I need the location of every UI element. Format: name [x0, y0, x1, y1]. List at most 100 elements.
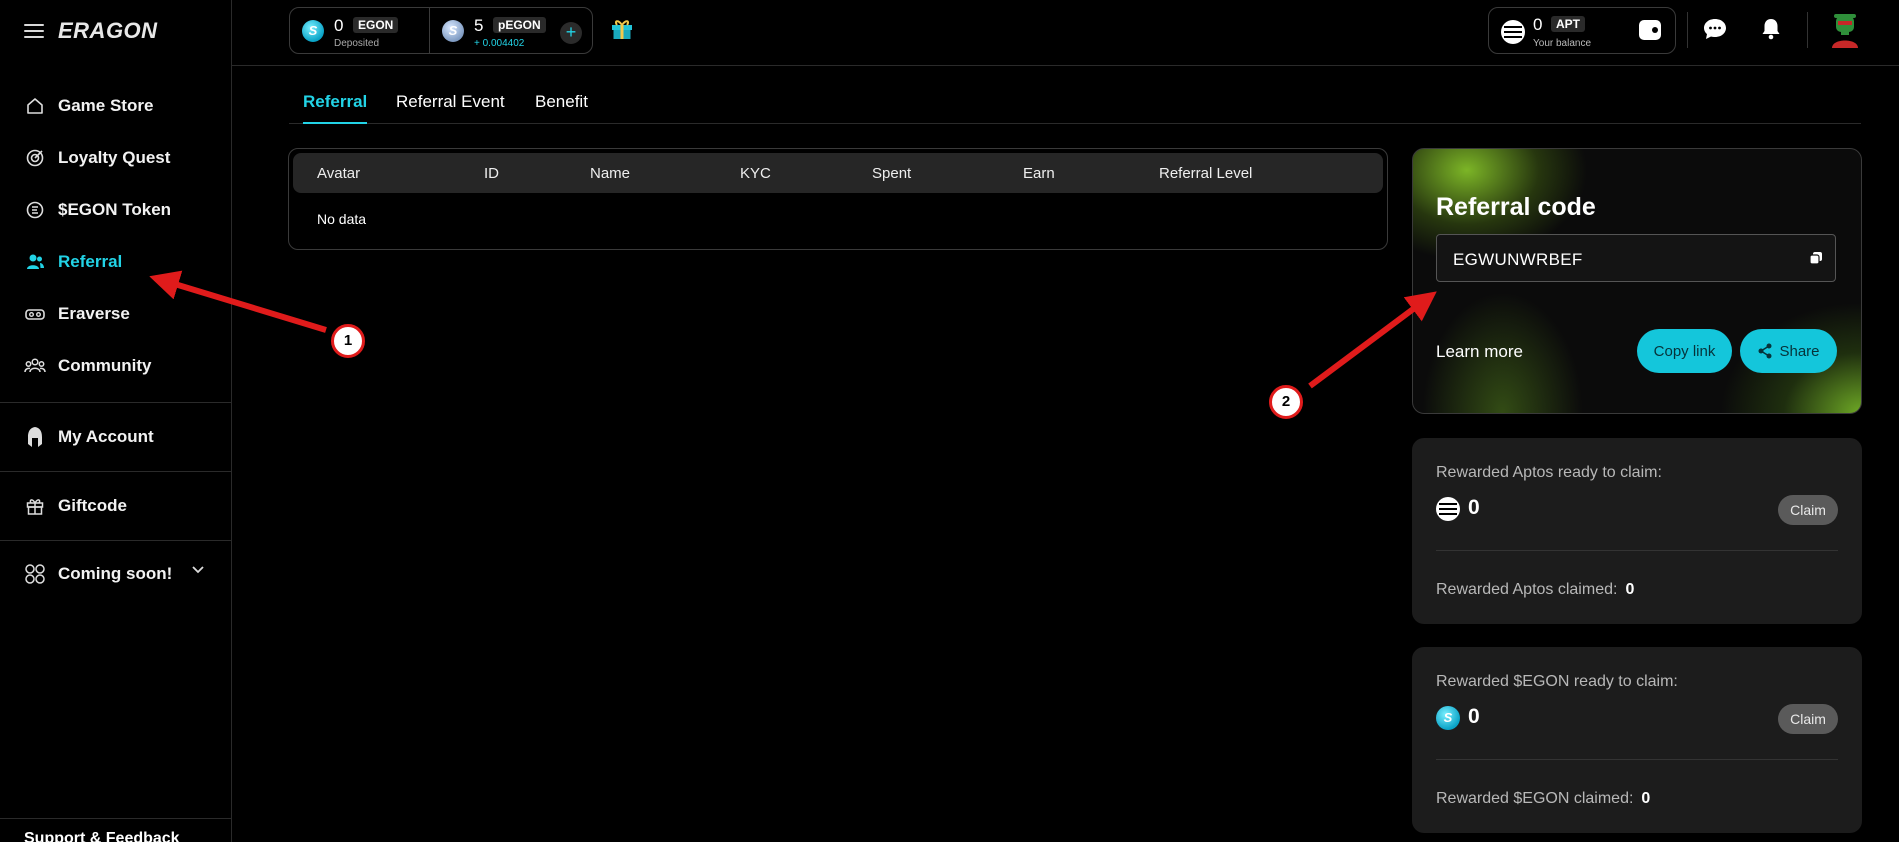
- referral-tabs: Referral Referral Event Benefit: [289, 90, 1861, 124]
- copy-icon[interactable]: [1809, 251, 1823, 265]
- aptos-claimed: Rewarded Aptos claimed: 0: [1436, 581, 1634, 599]
- tab-benefit[interactable]: Benefit: [535, 92, 588, 122]
- referral-table: Avatar ID Name KYC Spent Earn Referral L…: [288, 148, 1388, 250]
- annotation-marker-1: 1: [331, 324, 365, 358]
- sidebar-item-egon-token[interactable]: $EGON Token: [0, 184, 232, 236]
- user-avatar[interactable]: [1828, 12, 1862, 48]
- topbar: 0 EGON Deposited 5 pEGON + 0.004402 + 0 …: [232, 0, 1899, 66]
- aptos-coin-icon: [1501, 20, 1525, 44]
- app-logo[interactable]: ERAGON: [58, 18, 158, 44]
- pegon-sub: + 0.004402: [474, 38, 525, 49]
- learn-more-link[interactable]: Learn more: [1436, 342, 1523, 362]
- card-divider: [1436, 550, 1838, 551]
- sidebar-item-community[interactable]: Community: [0, 340, 232, 392]
- sidebar-item-label: Loyalty Quest: [58, 148, 171, 167]
- egon-ready-value: 0: [1468, 705, 1480, 728]
- copy-link-label: Copy link: [1653, 342, 1716, 360]
- pegon-coin-icon: [442, 20, 464, 42]
- sidebar: ERAGON Game Store Loyalty Quest $EGON To…: [0, 0, 232, 842]
- tab-referral[interactable]: Referral: [303, 92, 368, 124]
- egon-coin-icon: [1436, 706, 1460, 730]
- aptos-reward-card: Rewarded Aptos ready to claim: 0 Claim R…: [1412, 438, 1862, 624]
- gift-box-icon[interactable]: [609, 16, 635, 42]
- pegon-balance[interactable]: 5 pEGON + 0.004402 +: [430, 8, 592, 53]
- grid-icon: [24, 563, 46, 585]
- target-icon: [24, 147, 46, 169]
- topbar-divider: [1807, 12, 1808, 48]
- referral-code-title: Referral code: [1436, 193, 1596, 221]
- users-icon: [24, 251, 46, 273]
- claim-aptos-button[interactable]: Claim: [1778, 495, 1838, 525]
- egon-claimed-value: 0: [1641, 790, 1651, 807]
- share-button[interactable]: Share: [1740, 329, 1837, 373]
- egon-coin-icon: [302, 20, 324, 42]
- column-header: ID: [484, 165, 499, 182]
- tab-referral-event[interactable]: Referral Event: [396, 92, 505, 122]
- column-header: Referral Level: [1159, 165, 1253, 182]
- egon-claimed: Rewarded $EGON claimed: 0: [1436, 790, 1650, 808]
- chevron-down-icon[interactable]: [192, 559, 204, 579]
- topbar-divider: [1687, 12, 1688, 48]
- apt-balance-box[interactable]: 0 APT Your balance: [1488, 7, 1676, 54]
- pegon-value: 5: [474, 16, 484, 35]
- app-root: ERAGON Game Store Loyalty Quest $EGON To…: [0, 0, 1899, 842]
- add-token-button[interactable]: +: [560, 22, 582, 44]
- column-header: KYC: [740, 165, 771, 182]
- copy-link-button[interactable]: Copy link: [1637, 329, 1732, 373]
- sidebar-nav: Game Store Loyalty Quest $EGON Token Ref…: [0, 80, 232, 607]
- aptos-ready-label: Rewarded Aptos ready to claim:: [1436, 464, 1662, 481]
- card-divider: [1436, 759, 1838, 760]
- egon-sub: Deposited: [334, 38, 380, 49]
- sidebar-item-giftcode[interactable]: Giftcode: [0, 472, 232, 540]
- sidebar-item-label: $EGON Token: [58, 200, 172, 219]
- sidebar-item-coming-soon[interactable]: Coming soon!: [0, 541, 232, 607]
- sidebar-item-loyalty-quest[interactable]: Loyalty Quest: [0, 132, 232, 184]
- sidebar-item-label: Coming soon!: [58, 564, 173, 583]
- sidebar-item-label: Game Store: [58, 96, 154, 115]
- egon-claimed-label: Rewarded $EGON claimed:: [1436, 790, 1634, 807]
- egon-tag: EGON: [353, 17, 399, 33]
- brand: ERAGON: [24, 18, 158, 44]
- annotation-marker-2: 2: [1269, 385, 1303, 419]
- sidebar-item-referral[interactable]: Referral: [0, 236, 232, 288]
- aptos-claimed-label: Rewarded Aptos claimed:: [1436, 581, 1618, 598]
- sidebar-item-label: Community: [58, 356, 152, 375]
- vr-headset-icon: [24, 303, 46, 325]
- sidebar-item-label: Giftcode: [58, 496, 127, 515]
- gift-icon: [24, 495, 46, 517]
- apt-tag: APT: [1551, 16, 1585, 32]
- aptos-ready-value: 0: [1468, 496, 1480, 519]
- sidebar-divider: [0, 818, 232, 819]
- sidebar-item-label: Eraverse: [58, 304, 130, 323]
- sidebar-item-eraverse[interactable]: Eraverse: [0, 288, 232, 340]
- aptos-coin-icon: [1436, 497, 1460, 521]
- aptos-claimed-value: 0: [1625, 581, 1635, 598]
- egon-reward-card: Rewarded $EGON ready to claim: 0 Claim R…: [1412, 647, 1862, 833]
- referral-code-field[interactable]: EGWUNWRBEF: [1436, 234, 1836, 282]
- sidebar-item-game-store[interactable]: Game Store: [0, 80, 232, 132]
- home-icon: [24, 95, 46, 117]
- sidebar-item-label: Referral: [58, 252, 123, 271]
- apt-sub: Your balance: [1533, 38, 1592, 49]
- spartan-helmet-icon: [24, 426, 46, 448]
- column-header: Avatar: [317, 165, 361, 182]
- sidebar-item-my-account[interactable]: My Account: [0, 403, 232, 471]
- referral-code-card: Referral code EGWUNWRBEF Learn more Copy…: [1412, 148, 1862, 414]
- support-feedback-link[interactable]: Support & Feedback: [24, 830, 180, 842]
- token-balance-box: 0 EGON Deposited 5 pEGON + 0.004402 +: [289, 7, 593, 54]
- wallet-icon[interactable]: [1639, 20, 1661, 40]
- empty-state-text: No data: [317, 211, 367, 227]
- pegon-tag: pEGON: [493, 17, 546, 33]
- hamburger-menu-icon[interactable]: [24, 24, 44, 38]
- column-header: Earn: [1023, 165, 1055, 182]
- token-icon: [24, 199, 46, 221]
- community-icon: [24, 355, 46, 377]
- claim-egon-button[interactable]: Claim: [1778, 704, 1838, 734]
- apt-value: 0: [1533, 15, 1543, 34]
- egon-balance[interactable]: 0 EGON Deposited: [290, 8, 430, 53]
- egon-ready-label: Rewarded $EGON ready to claim:: [1436, 673, 1678, 690]
- bell-icon[interactable]: [1758, 16, 1784, 42]
- egon-value: 0: [334, 16, 344, 35]
- share-icon: [1757, 343, 1773, 359]
- chat-icon[interactable]: [1702, 16, 1728, 42]
